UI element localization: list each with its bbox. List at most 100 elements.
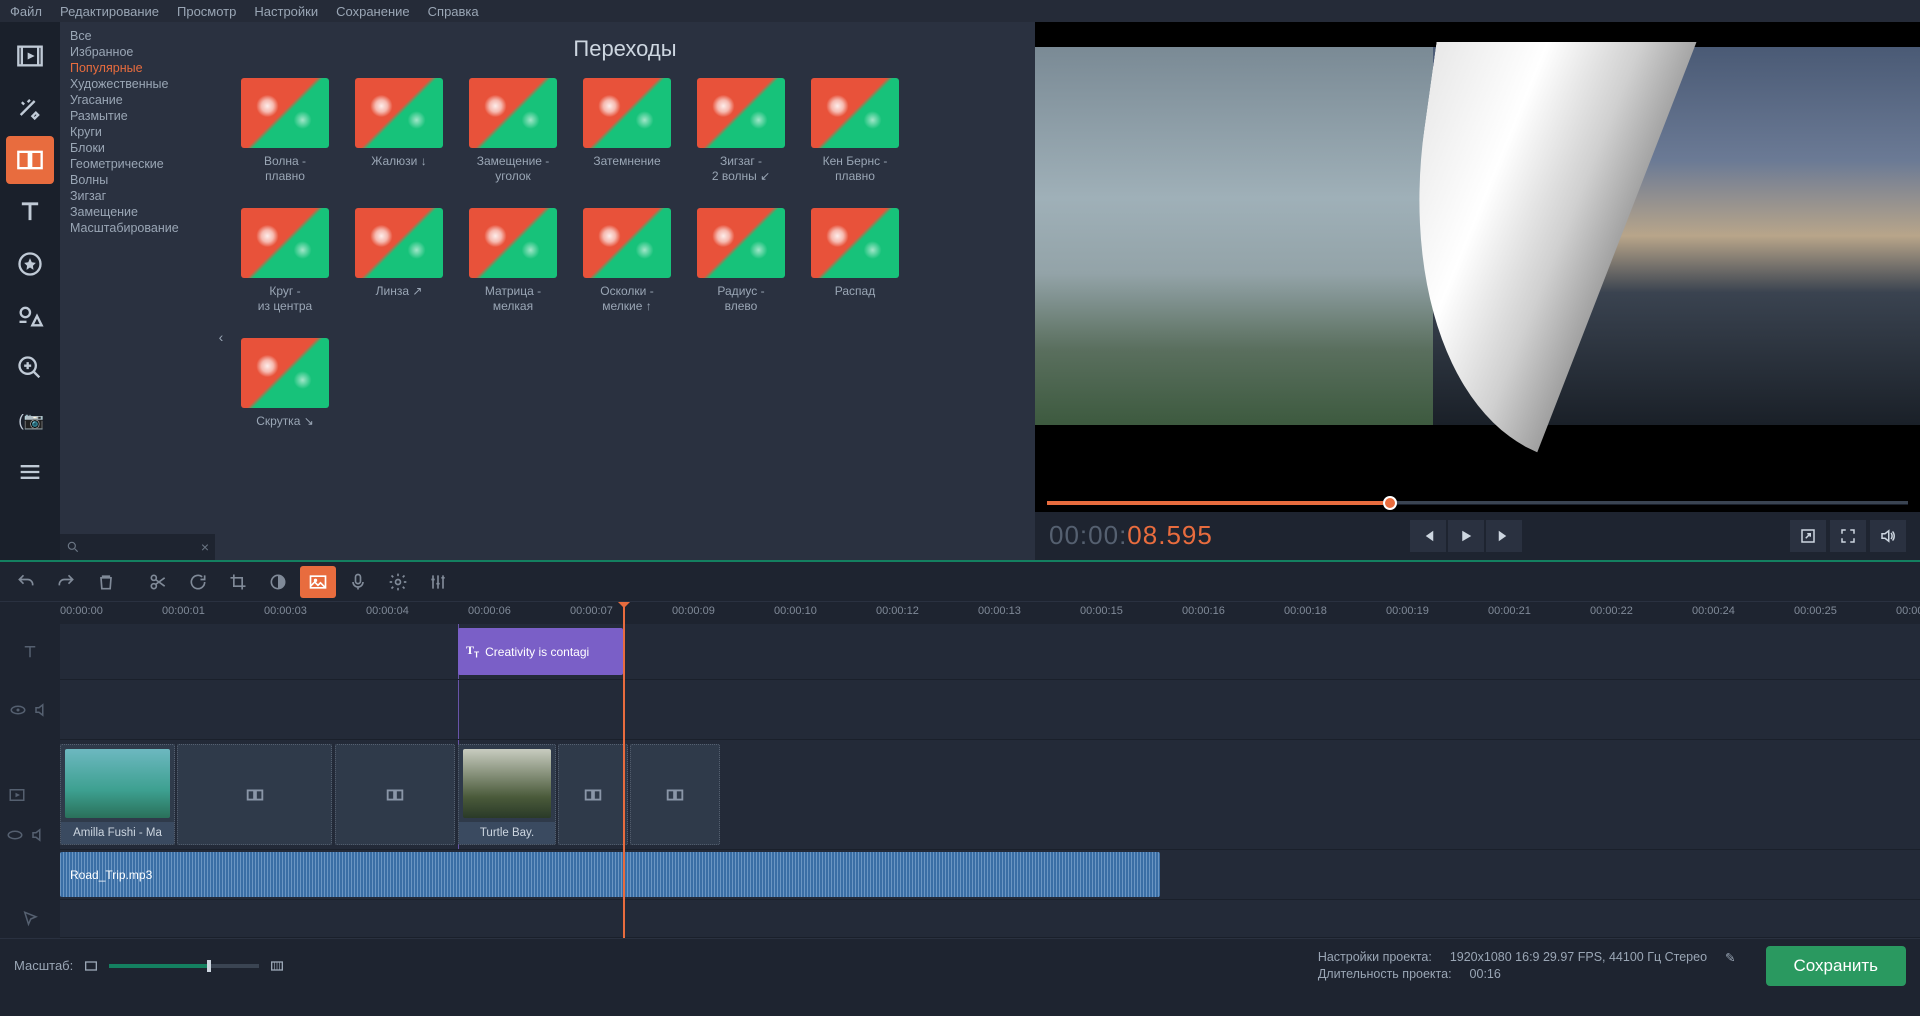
video-track-label[interactable]: [0, 740, 60, 850]
menu-file[interactable]: Файл: [10, 4, 42, 19]
transition-item[interactable]: Распад: [809, 208, 901, 314]
timeline-body[interactable]: 00:00:0000:00:0100:00:0300:00:0400:00:06…: [60, 602, 1920, 938]
category-item[interactable]: Геометрические: [60, 156, 215, 172]
transition-clip-4[interactable]: [630, 744, 720, 845]
tool-zoom-icon[interactable]: [6, 344, 54, 392]
cursor-track[interactable]: [60, 900, 1920, 938]
video-track[interactable]: Amilla Fushi - Ma Turtle Bay.: [60, 740, 1920, 850]
category-item[interactable]: Угасание: [60, 92, 215, 108]
transition-clip-1[interactable]: [177, 744, 332, 845]
eye-icon: [9, 701, 27, 719]
preview-seekbar[interactable]: [1035, 494, 1920, 512]
tool-filters-icon[interactable]: [6, 84, 54, 132]
audio-clip[interactable]: Road_Trip.mp3: [60, 852, 1160, 897]
category-item[interactable]: Волны: [60, 172, 215, 188]
transition-clip-3[interactable]: [558, 744, 628, 845]
transition-item[interactable]: Зигзаг - 2 волны ↙: [695, 78, 787, 184]
split-button[interactable]: [140, 566, 176, 598]
search-icon: [66, 540, 80, 554]
transition-item[interactable]: Скрутка ↘: [239, 338, 331, 429]
overlay-button[interactable]: [300, 566, 336, 598]
transition-item[interactable]: Замещение - уголок: [467, 78, 559, 184]
panel-title: Переходы: [239, 36, 1011, 62]
transition-item[interactable]: Матрица - мелкая: [467, 208, 559, 314]
tool-shapes-icon[interactable]: [6, 292, 54, 340]
menu-edit[interactable]: Редактирование: [60, 4, 159, 19]
save-button[interactable]: Сохранить: [1766, 946, 1906, 986]
cursor-track-label[interactable]: [0, 900, 60, 938]
transition-item[interactable]: Линза ↗: [353, 208, 445, 314]
volume-icon[interactable]: [1870, 520, 1906, 552]
transition-item[interactable]: Круг - из центра: [239, 208, 331, 314]
category-item[interactable]: Зигзаг: [60, 188, 215, 204]
transition-item[interactable]: Кен Бернс - плавно: [809, 78, 901, 184]
transition-item[interactable]: Осколки - мелкие ↑: [581, 208, 673, 314]
video-clip-1[interactable]: Amilla Fushi - Ma: [60, 744, 175, 845]
category-item[interactable]: Художественные: [60, 76, 215, 92]
next-frame-button[interactable]: [1486, 520, 1522, 552]
main-row: (📷) ВсеИзбранноеПопулярныеХудожественные…: [0, 22, 1920, 560]
title-clip[interactable]: TTCreativity is contagi: [458, 628, 623, 675]
transition-clip-2[interactable]: [335, 744, 455, 845]
tool-titles-icon[interactable]: [6, 188, 54, 236]
transition-item[interactable]: Радиус - влево: [695, 208, 787, 314]
tool-capture-icon[interactable]: (📷): [6, 396, 54, 444]
mic-button[interactable]: [340, 566, 376, 598]
rotate-button[interactable]: [180, 566, 216, 598]
left-toolstrip: (📷): [0, 22, 60, 560]
settings-button[interactable]: [380, 566, 416, 598]
fullscreen-icon[interactable]: [1830, 520, 1866, 552]
color-button[interactable]: [260, 566, 296, 598]
category-item[interactable]: Круги: [60, 124, 215, 140]
category-item[interactable]: Масштабирование: [60, 220, 215, 236]
search-bar[interactable]: ×: [60, 534, 215, 560]
undo-button[interactable]: [8, 566, 44, 598]
playhead[interactable]: [623, 602, 625, 938]
timeline-toolbar: [0, 560, 1920, 602]
overlay-track-label[interactable]: [0, 680, 60, 740]
audio-track[interactable]: Road_Trip.mp3: [60, 850, 1920, 900]
title-track[interactable]: TTCreativity is contagi: [60, 624, 1920, 680]
popout-icon[interactable]: [1790, 520, 1826, 552]
edit-settings-icon[interactable]: ✎: [1725, 950, 1735, 965]
menu-save[interactable]: Сохранение: [336, 4, 410, 19]
zoom-control[interactable]: Масштаб:: [14, 958, 285, 974]
crop-button[interactable]: [220, 566, 256, 598]
category-item[interactable]: Размытие: [60, 108, 215, 124]
transition-item[interactable]: Затемнение: [581, 78, 673, 184]
overlay-track[interactable]: [60, 680, 1920, 740]
project-info: Настройки проекта:1920x1080 16:9 29.97 F…: [1318, 950, 1736, 981]
video-clip-2[interactable]: Turtle Bay.: [458, 744, 556, 845]
transition-item[interactable]: Жалюзи ↓: [353, 78, 445, 184]
category-item[interactable]: Замещение: [60, 204, 215, 220]
zoom-in-icon[interactable]: [269, 958, 285, 974]
category-item[interactable]: Блоки: [60, 140, 215, 156]
zoom-slider[interactable]: [109, 964, 259, 968]
transition-item[interactable]: Волна - плавно: [239, 78, 331, 184]
menu-settings[interactable]: Настройки: [254, 4, 318, 19]
speaker-icon: [30, 826, 48, 844]
timeline: 00:00:0000:00:0100:00:0300:00:0400:00:06…: [0, 602, 1920, 938]
title-track-label[interactable]: [0, 624, 60, 680]
zoom-out-icon[interactable]: [83, 958, 99, 974]
tool-more-icon[interactable]: [6, 448, 54, 496]
menu-view[interactable]: Просмотр: [177, 4, 236, 19]
category-item[interactable]: Популярные: [60, 60, 215, 76]
clear-search-icon[interactable]: ×: [201, 539, 209, 555]
menu-bar: Файл Редактирование Просмотр Настройки С…: [0, 0, 1920, 22]
timeline-ruler[interactable]: 00:00:0000:00:0100:00:0300:00:0400:00:06…: [60, 602, 1920, 624]
category-item[interactable]: Избранное: [60, 44, 215, 60]
preview-viewport[interactable]: [1035, 22, 1920, 494]
delete-button[interactable]: [88, 566, 124, 598]
collapse-sidebar-icon[interactable]: ‹: [215, 322, 227, 352]
audio-track-label[interactable]: [0, 850, 60, 900]
redo-button[interactable]: [48, 566, 84, 598]
menu-help[interactable]: Справка: [428, 4, 479, 19]
play-button[interactable]: [1448, 520, 1484, 552]
prev-frame-button[interactable]: [1410, 520, 1446, 552]
tool-stickers-icon[interactable]: [6, 240, 54, 288]
tool-transitions-icon[interactable]: [6, 136, 54, 184]
category-item[interactable]: Все: [60, 28, 215, 44]
equalizer-button[interactable]: [420, 566, 456, 598]
tool-media-icon[interactable]: [6, 32, 54, 80]
